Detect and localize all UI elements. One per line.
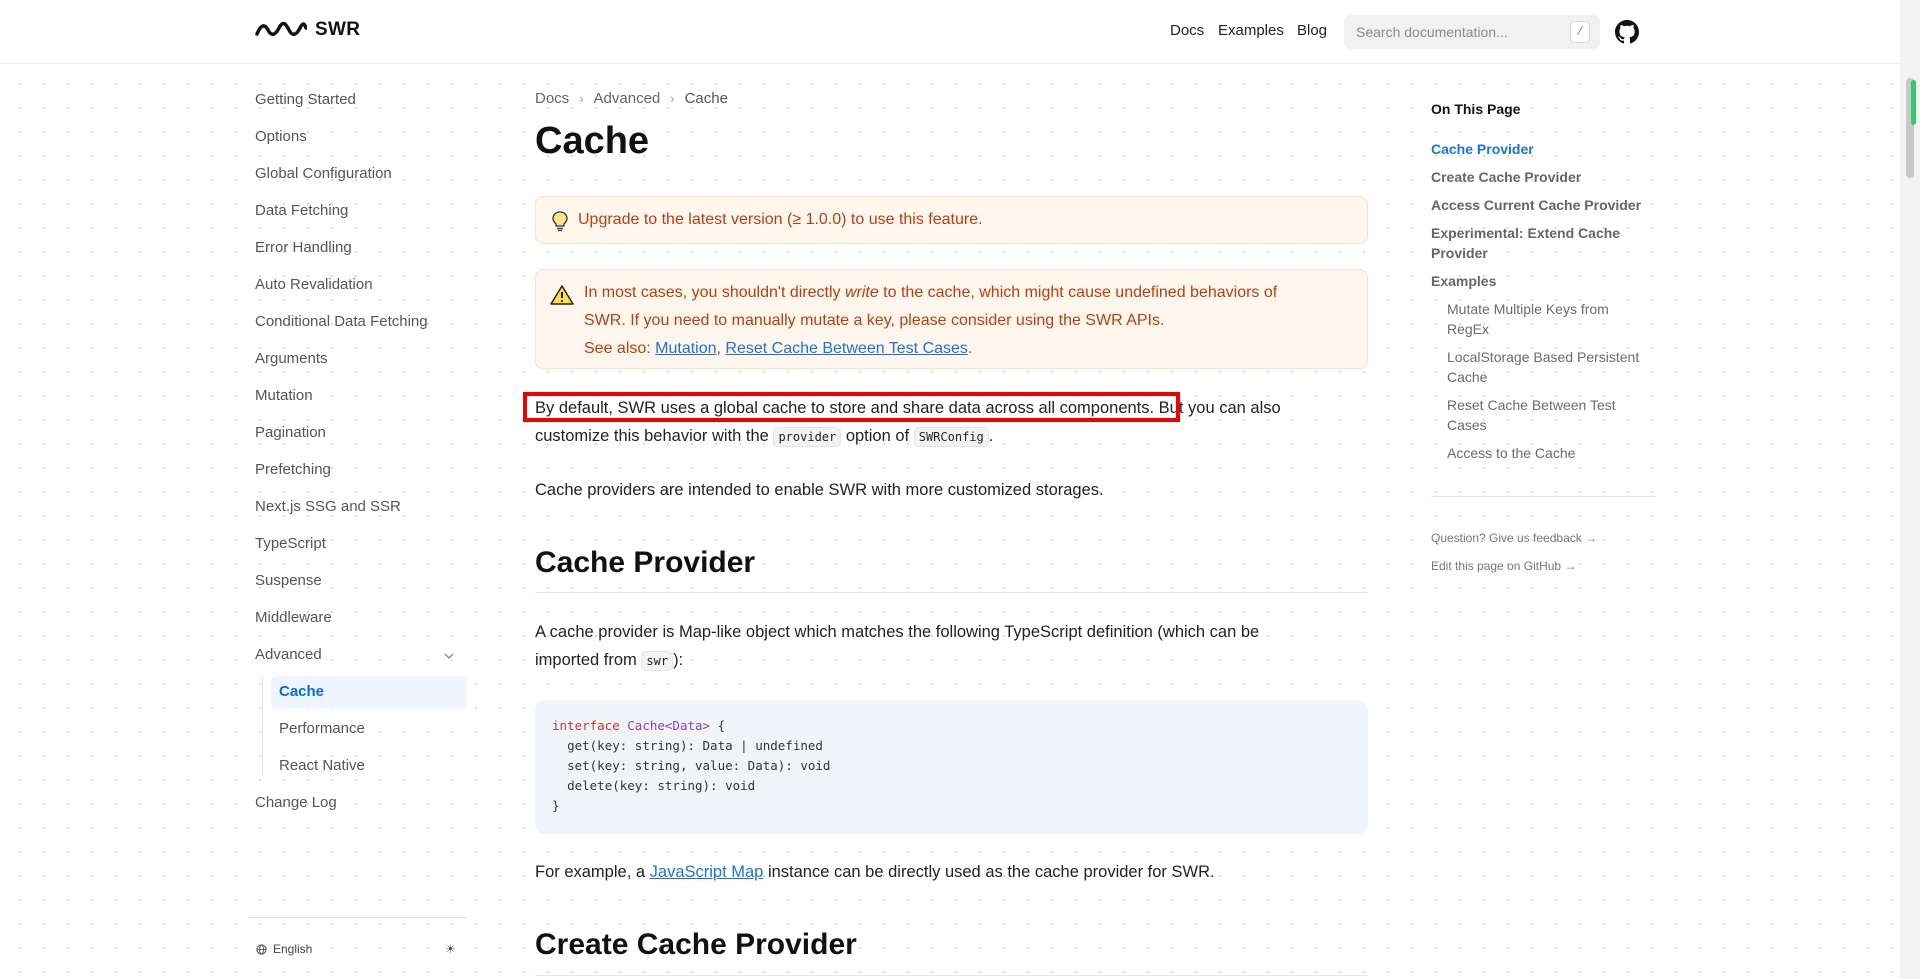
breadcrumb: Docs › Advanced › Cache: [535, 90, 728, 107]
sidebar-item-performance[interactable]: Performance: [271, 713, 467, 745]
sidebar-item-react-native[interactable]: React Native: [271, 750, 467, 782]
warning-callout: In most cases, you shouldn't directly wr…: [535, 269, 1368, 369]
link-reset-cache[interactable]: Reset Cache Between Test Cases: [725, 340, 968, 357]
code-provider: provider: [773, 427, 842, 447]
highlight-box: [523, 392, 1180, 422]
map-example-paragraph: For example, a JavaScript Map instance c…: [535, 863, 1215, 881]
toc-access-cache[interactable]: Access to the Cache: [1447, 443, 1647, 463]
sidebar-item-cache[interactable]: Cache: [271, 676, 467, 708]
top-header: SWR Docs Examples Blog /: [0, 0, 1900, 64]
sidebar-item-global-configuration[interactable]: Global Configuration: [247, 158, 467, 190]
heading-underline: [535, 592, 1368, 593]
language-switcher[interactable]: English: [256, 942, 312, 956]
warning-line-2: SWR. If you need to manually mutate a ke…: [584, 312, 1165, 329]
sidebar-item-conditional-data-fetching[interactable]: Conditional Data Fetching: [247, 306, 467, 338]
sidebar-footer-divider: [247, 917, 467, 918]
info-callout: Upgrade to the latest version (≥ 1.0.0) …: [535, 196, 1368, 244]
sidebar-item-change-log[interactable]: Change Log: [247, 787, 467, 819]
warning-icon: [550, 285, 574, 305]
sidebar-item-error-handling[interactable]: Error Handling: [247, 232, 467, 264]
definition-line-2: imported from swr):: [535, 651, 684, 671]
language-label: English: [273, 942, 313, 956]
theme-toggle[interactable]: ☀: [445, 942, 456, 956]
sidebar-item-mutation[interactable]: Mutation: [247, 380, 467, 412]
nav-docs[interactable]: Docs: [1170, 22, 1204, 39]
sidebar-item-nextjs-ssg-ssr[interactable]: Next.js SSG and SSR: [247, 491, 467, 523]
info-callout-text: Upgrade to the latest version (≥ 1.0.0) …: [578, 211, 983, 228]
logo-link[interactable]: SWR: [255, 19, 360, 41]
toc-mutate-multiple-keys[interactable]: Mutate Multiple Keys from RegEx: [1447, 299, 1642, 339]
toc-localstorage-cache[interactable]: LocalStorage Based Persistent Cache: [1447, 347, 1642, 387]
toc-divider: [1431, 496, 1656, 497]
swr-logo-icon: [255, 21, 307, 36]
toc-access-current-cache-provider[interactable]: Access Current Cache Provider: [1431, 195, 1661, 215]
sidebar-item-prefetching[interactable]: Prefetching: [247, 454, 467, 486]
toc-examples[interactable]: Examples: [1431, 271, 1661, 291]
chevron-right-icon: ›: [670, 91, 675, 106]
code-block[interactable]: interface Cache<Data> { get(key: string)…: [535, 700, 1368, 834]
sidebar-item-data-fetching[interactable]: Data Fetching: [247, 195, 467, 227]
sidebar-item-options[interactable]: Options: [247, 121, 467, 153]
toc-cache-provider[interactable]: Cache Provider: [1431, 139, 1661, 159]
page-title: Cache: [535, 120, 650, 162]
cache-providers-paragraph: Cache providers are intended to enable S…: [535, 481, 1104, 499]
logo-text: SWR: [315, 19, 361, 40]
breadcrumb-advanced[interactable]: Advanced: [594, 90, 661, 107]
lightbulb-icon: [552, 211, 568, 232]
breadcrumb-docs[interactable]: Docs: [535, 90, 569, 107]
toc-experimental-extend[interactable]: Experimental: Extend Cache Provider: [1431, 223, 1656, 263]
toc-create-cache-provider[interactable]: Create Cache Provider: [1431, 167, 1661, 187]
toc-reset-cache[interactable]: Reset Cache Between Test Cases: [1447, 395, 1622, 435]
sidebar-sub-divider: [262, 676, 263, 778]
heading-create-cache-provider: Create Cache Provider: [535, 928, 857, 961]
search-shortcut-key: /: [1570, 21, 1590, 43]
sidebar-item-getting-started[interactable]: Getting Started: [247, 84, 467, 116]
breadcrumb-cache: Cache: [684, 90, 728, 107]
globe-icon: [256, 943, 267, 955]
warning-line-1: In most cases, you shouldn't directly wr…: [584, 284, 1278, 301]
code-swr: swr: [641, 651, 674, 671]
heading-underline: [535, 975, 1368, 976]
intro-line-2: customize this behavior with the provide…: [535, 427, 994, 447]
feedback-link[interactable]: Question? Give us feedback →: [1431, 531, 1597, 545]
sun-icon: ☀: [445, 942, 456, 956]
sidebar-item-typescript[interactable]: TypeScript: [247, 528, 467, 560]
warning-line-3: See also: Mutation, Reset Cache Between …: [584, 340, 973, 357]
link-javascript-map[interactable]: JavaScript Map: [650, 863, 764, 881]
sidebar-item-arguments[interactable]: Arguments: [247, 343, 467, 375]
sidebar-item-suspense[interactable]: Suspense: [247, 565, 467, 597]
nav-blog[interactable]: Blog: [1297, 22, 1327, 39]
heading-cache-provider: Cache Provider: [535, 546, 756, 579]
code-swrconfig: SWRConfig: [913, 427, 989, 447]
chevron-right-icon: ›: [579, 91, 584, 106]
sidebar-item-advanced[interactable]: Advanced: [247, 639, 467, 671]
edit-on-github-link[interactable]: Edit this page on GitHub →: [1431, 559, 1576, 573]
nav-examples[interactable]: Examples: [1218, 22, 1284, 39]
sidebar-item-pagination[interactable]: Pagination: [247, 417, 467, 449]
search-input[interactable]: [1344, 15, 1600, 49]
toc-title: On This Page: [1431, 101, 1521, 117]
definition-line-1: A cache provider is Map-like object whic…: [535, 623, 1260, 641]
sidebar-item-auto-revalidation[interactable]: Auto Revalidation: [247, 269, 467, 301]
scroll-indicator: [1911, 80, 1916, 125]
sidebar-item-middleware[interactable]: Middleware: [247, 602, 467, 634]
chevron-down-icon[interactable]: [443, 650, 455, 662]
github-icon[interactable]: [1615, 20, 1639, 44]
link-mutation[interactable]: Mutation: [655, 340, 716, 357]
